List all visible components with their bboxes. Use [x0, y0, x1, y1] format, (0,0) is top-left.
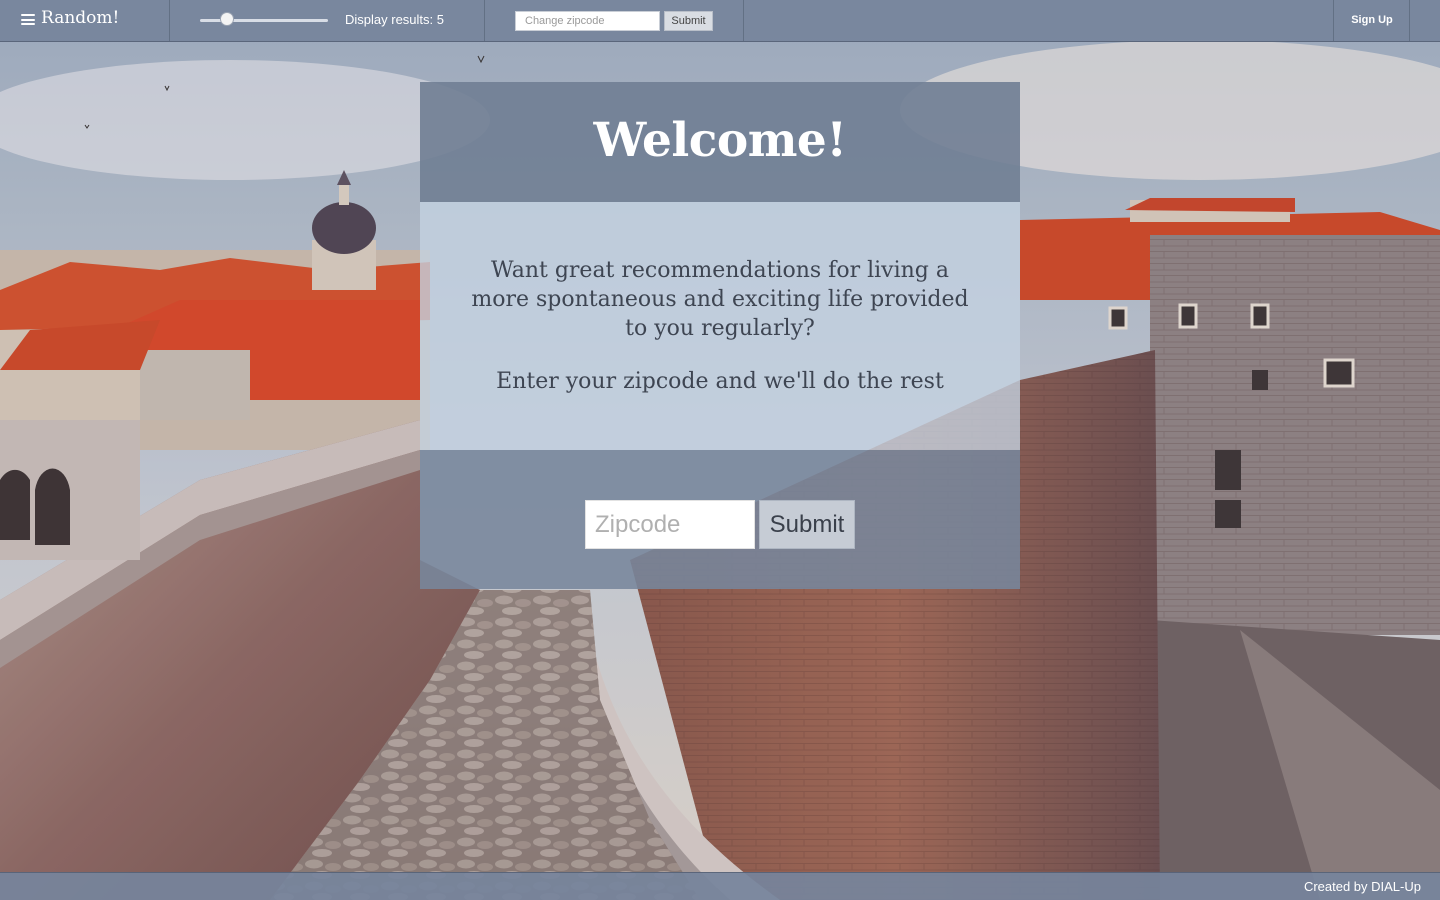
results-slider-thumb[interactable]	[219, 12, 234, 26]
welcome-zip-form: Submit	[420, 450, 1020, 589]
welcome-card-header: Welcome!	[420, 82, 1020, 202]
footer-credit: Created by DIAL-Up	[1303, 879, 1421, 894]
brand-menu-toggle[interactable]: Random!	[0, 0, 170, 41]
sign-up-link[interactable]: Sign Up	[1333, 0, 1410, 41]
top-navbar: Random! Display results: 5 Submit Sign U…	[0, 0, 1440, 42]
welcome-description: Want great recommendations for living a …	[471, 258, 969, 341]
brand-label: Random!	[41, 8, 120, 28]
nav-zip-form: Submit	[485, 0, 744, 41]
nav-zip-submit-button[interactable]: Submit	[664, 11, 713, 31]
hamburger-menu-icon[interactable]	[21, 14, 35, 25]
welcome-instruction: Enter your zipcode and we'll do the rest	[496, 369, 944, 394]
sign-up-label: Sign Up	[1351, 14, 1393, 26]
welcome-title: Welcome!	[593, 112, 847, 168]
welcome-card: Welcome! Want great recommendations for …	[420, 82, 1020, 589]
welcome-card-body: Want great recommendations for living a …	[420, 202, 1020, 450]
zipcode-input[interactable]	[585, 500, 755, 549]
results-slider-group: Display results: 5	[170, 0, 485, 41]
nav-zipcode-input[interactable]	[515, 11, 660, 31]
footer: Created by DIAL-Up	[0, 872, 1440, 900]
display-results-label: Display results: 5	[345, 12, 444, 27]
zipcode-submit-button[interactable]: Submit	[759, 500, 855, 549]
